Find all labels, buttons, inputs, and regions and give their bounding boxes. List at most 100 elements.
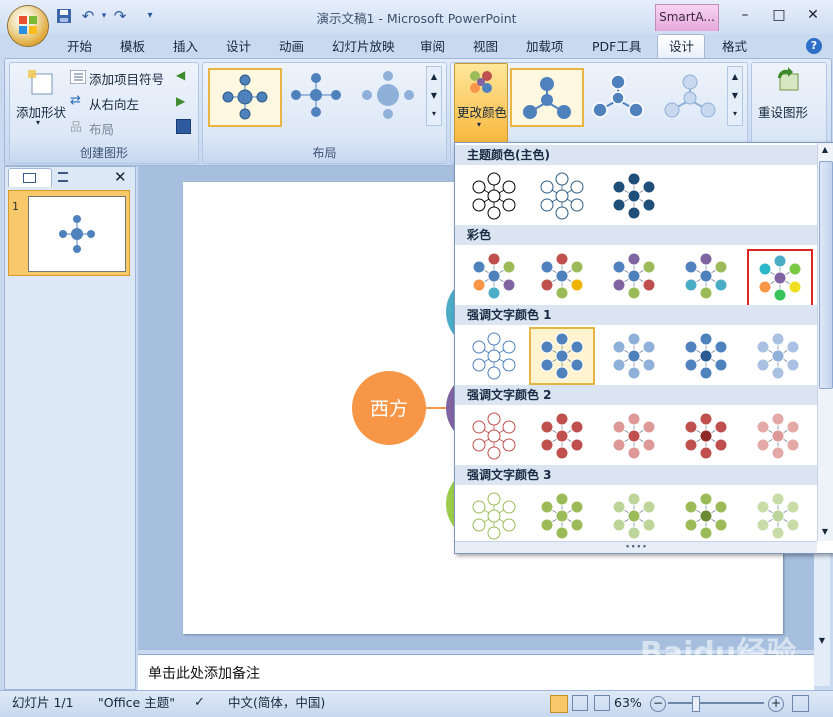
color-option[interactable] [675, 489, 737, 543]
zoom-in-icon[interactable]: + [768, 696, 784, 712]
demote-arrow-icon[interactable]: ▶ [176, 94, 185, 108]
color-option[interactable] [675, 329, 737, 383]
tab-animation[interactable]: 动画 [277, 36, 306, 58]
color-option[interactable] [603, 409, 665, 463]
styles-gallery-scroll[interactable]: ▲ ▼ ▾ [727, 66, 743, 126]
radial-layout-icon [222, 74, 268, 120]
slides-tab[interactable] [8, 168, 52, 187]
spellcheck-icon[interactable]: ✓ [194, 691, 205, 715]
slide-thumbnail-diagram [59, 215, 95, 253]
color-option[interactable] [529, 327, 595, 385]
node-west-label[interactable]: 西方 [357, 394, 421, 421]
close-pane-icon[interactable]: ✕ [114, 168, 127, 186]
preview-node [570, 260, 584, 274]
color-option[interactable] [675, 249, 737, 303]
style-option-1[interactable] [510, 68, 584, 127]
preview-node [684, 518, 698, 532]
color-option-highlighted[interactable] [747, 249, 813, 307]
language[interactable]: 中文(简体，中国) [228, 691, 325, 715]
scroll-thumb[interactable] [819, 161, 833, 389]
preview-node [786, 500, 800, 514]
change-colors-button[interactable]: 更改颜色 ▾ [454, 63, 508, 143]
preview-node [699, 412, 713, 426]
color-section-header: 强调文字颜色 2 [455, 385, 817, 405]
minimize-button[interactable]: – [732, 5, 758, 25]
color-option[interactable] [463, 409, 525, 463]
outline-tab[interactable] [54, 170, 94, 186]
tab-review[interactable]: 审阅 [418, 36, 447, 58]
preview-node [502, 500, 516, 514]
color-option[interactable] [603, 489, 665, 543]
resize-grip[interactable]: ∙∙∙∙ [455, 541, 817, 553]
add-bullet-button[interactable]: 添加项目符号 [70, 68, 170, 87]
tab-home[interactable]: 开始 [65, 36, 94, 58]
color-option[interactable] [531, 169, 593, 223]
color-option[interactable] [531, 489, 593, 543]
radial-color-preview-icon [540, 332, 584, 380]
style-option-3[interactable] [656, 68, 724, 123]
hierarchy-style-icon [664, 74, 716, 118]
preview-center-node [487, 269, 501, 283]
color-option[interactable] [675, 409, 737, 463]
reset-graphic-button[interactable]: 重设图形 [754, 66, 822, 126]
color-option[interactable] [603, 169, 665, 223]
preview-center-node [627, 429, 641, 443]
preview-node [555, 412, 569, 426]
tab-addins[interactable]: 加载项 [524, 36, 566, 58]
slide-sorter-icon[interactable] [572, 695, 588, 711]
color-option[interactable] [747, 489, 809, 543]
preview-node [642, 358, 656, 372]
slide-thumbnail[interactable] [28, 196, 126, 272]
layout-option-radial-2[interactable] [282, 68, 350, 123]
gallery-scrollbar[interactable]: ▲ ▼ [817, 143, 833, 541]
zoom-out-icon[interactable]: − [650, 696, 666, 712]
close-button[interactable]: ✕ [800, 5, 826, 25]
slideshow-icon[interactable] [594, 695, 610, 711]
color-option[interactable] [463, 169, 525, 223]
tab-template[interactable]: 模板 [118, 36, 147, 58]
tab-insert[interactable]: 插入 [171, 36, 200, 58]
color-option[interactable] [747, 329, 809, 383]
color-option[interactable] [747, 409, 809, 463]
scroll-down-icon[interactable]: ▼ [816, 636, 828, 648]
right-to-left-button[interactable]: ⇄ 从右向左 [70, 93, 170, 112]
preview-node [771, 526, 785, 540]
normal-view-icon[interactable] [550, 695, 568, 713]
preview-node [771, 412, 785, 426]
scroll-down-icon[interactable]: ▼ [819, 527, 831, 539]
fit-to-window-icon[interactable] [792, 695, 809, 712]
office-button[interactable] [8, 6, 48, 46]
layout-button[interactable]: 品 布局 [70, 118, 150, 137]
scroll-up-icon[interactable]: ▲ [819, 145, 831, 157]
color-option[interactable] [603, 249, 665, 303]
color-option[interactable] [463, 489, 525, 543]
radial-color-preview-icon [684, 412, 728, 460]
tab-pdf-tools[interactable]: PDF工具 [590, 36, 643, 58]
preview-node [627, 172, 641, 186]
help-icon[interactable]: ? [806, 38, 822, 54]
promote-arrow-icon[interactable]: ◀ [176, 68, 185, 82]
tab-design[interactable]: 设计 [224, 36, 253, 58]
style-option-2[interactable] [584, 68, 652, 123]
layout-gallery-scroll[interactable]: ▲ ▼ ▾ [426, 66, 442, 126]
zoom-level[interactable]: 63% [614, 691, 642, 715]
layout-option-radial-1[interactable] [208, 68, 282, 127]
preview-node [642, 438, 656, 452]
tab-smartart-design[interactable]: 设计 [667, 36, 696, 58]
preview-node [570, 420, 584, 434]
maximize-button[interactable]: □ [766, 5, 792, 25]
color-option[interactable] [531, 249, 593, 303]
tab-slideshow[interactable]: 幻灯片放映 [330, 36, 397, 58]
color-option[interactable] [603, 329, 665, 383]
color-option[interactable] [463, 249, 525, 303]
tab-view[interactable]: 视图 [471, 36, 500, 58]
zoom-slider[interactable] [668, 702, 764, 704]
tab-smartart-format[interactable]: 格式 [720, 36, 749, 58]
layout-option-radial-3[interactable] [354, 68, 422, 123]
zoom-slider-thumb[interactable] [692, 696, 700, 712]
color-option[interactable] [463, 329, 525, 383]
preview-node [612, 518, 626, 532]
color-option[interactable] [531, 409, 593, 463]
add-shape-button[interactable]: 添加形状 ▾ [14, 66, 66, 136]
text-pane-icon[interactable] [176, 119, 191, 134]
